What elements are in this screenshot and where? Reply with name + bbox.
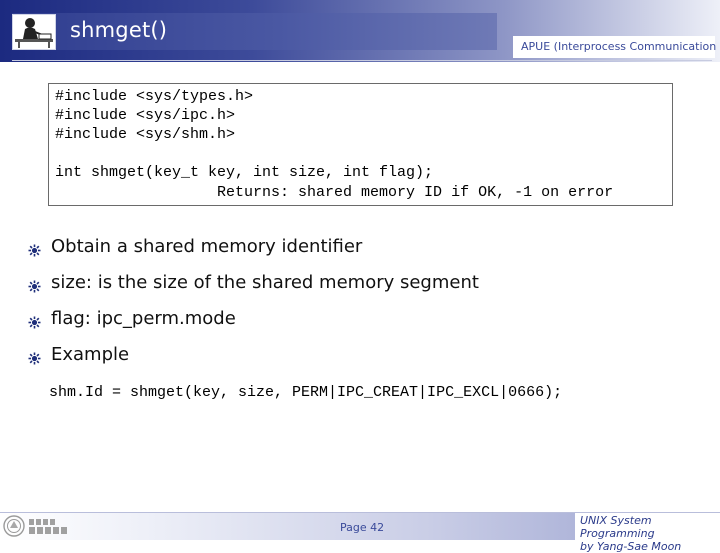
footer-band — [0, 513, 575, 540]
footer-credit: UNIX System Programming by Yang-Sae Moon — [580, 514, 720, 553]
code-line-returns: Returns: shared memory ID if OK, -1 on e… — [55, 184, 614, 201]
bullet-icon — [28, 314, 41, 329]
university-logo — [3, 515, 70, 538]
code-line-include-types: #include <sys/types.h> — [55, 88, 254, 105]
code-line-prototype: int shmget(key_t key, int size, int flag… — [55, 164, 434, 181]
example-code: shm.Id = shmget(key, size, PERM|IPC_CREA… — [49, 384, 563, 401]
code-line-include-ipc: #include <sys/ipc.h> — [55, 107, 236, 124]
bullet-text: Obtain a shared memory identifier — [51, 236, 363, 257]
code-line-include-shm: #include <sys/shm.h> — [55, 126, 236, 143]
university-seal-icon — [3, 515, 25, 537]
bullet-icon — [28, 350, 41, 365]
footer-credit-author: by Yang-Sae Moon — [580, 540, 682, 553]
bullet-icon — [28, 242, 41, 257]
bullet-text: size: is the size of the shared memory s… — [51, 272, 479, 293]
bullet-text: flag: ipc_perm.mode — [51, 308, 236, 329]
bullet-icon — [28, 278, 41, 293]
logo-wordmark-icon — [29, 518, 69, 535]
page-number: Page 42 — [340, 521, 385, 534]
person-at-desk-icon — [12, 14, 56, 50]
header-divider — [12, 60, 712, 61]
bullet-text: Example — [51, 344, 130, 365]
slide-title: shmget() — [70, 18, 168, 42]
course-label: APUE (Interprocess Communication — [521, 40, 717, 53]
footer-credit-course: UNIX System Programming — [580, 514, 655, 540]
